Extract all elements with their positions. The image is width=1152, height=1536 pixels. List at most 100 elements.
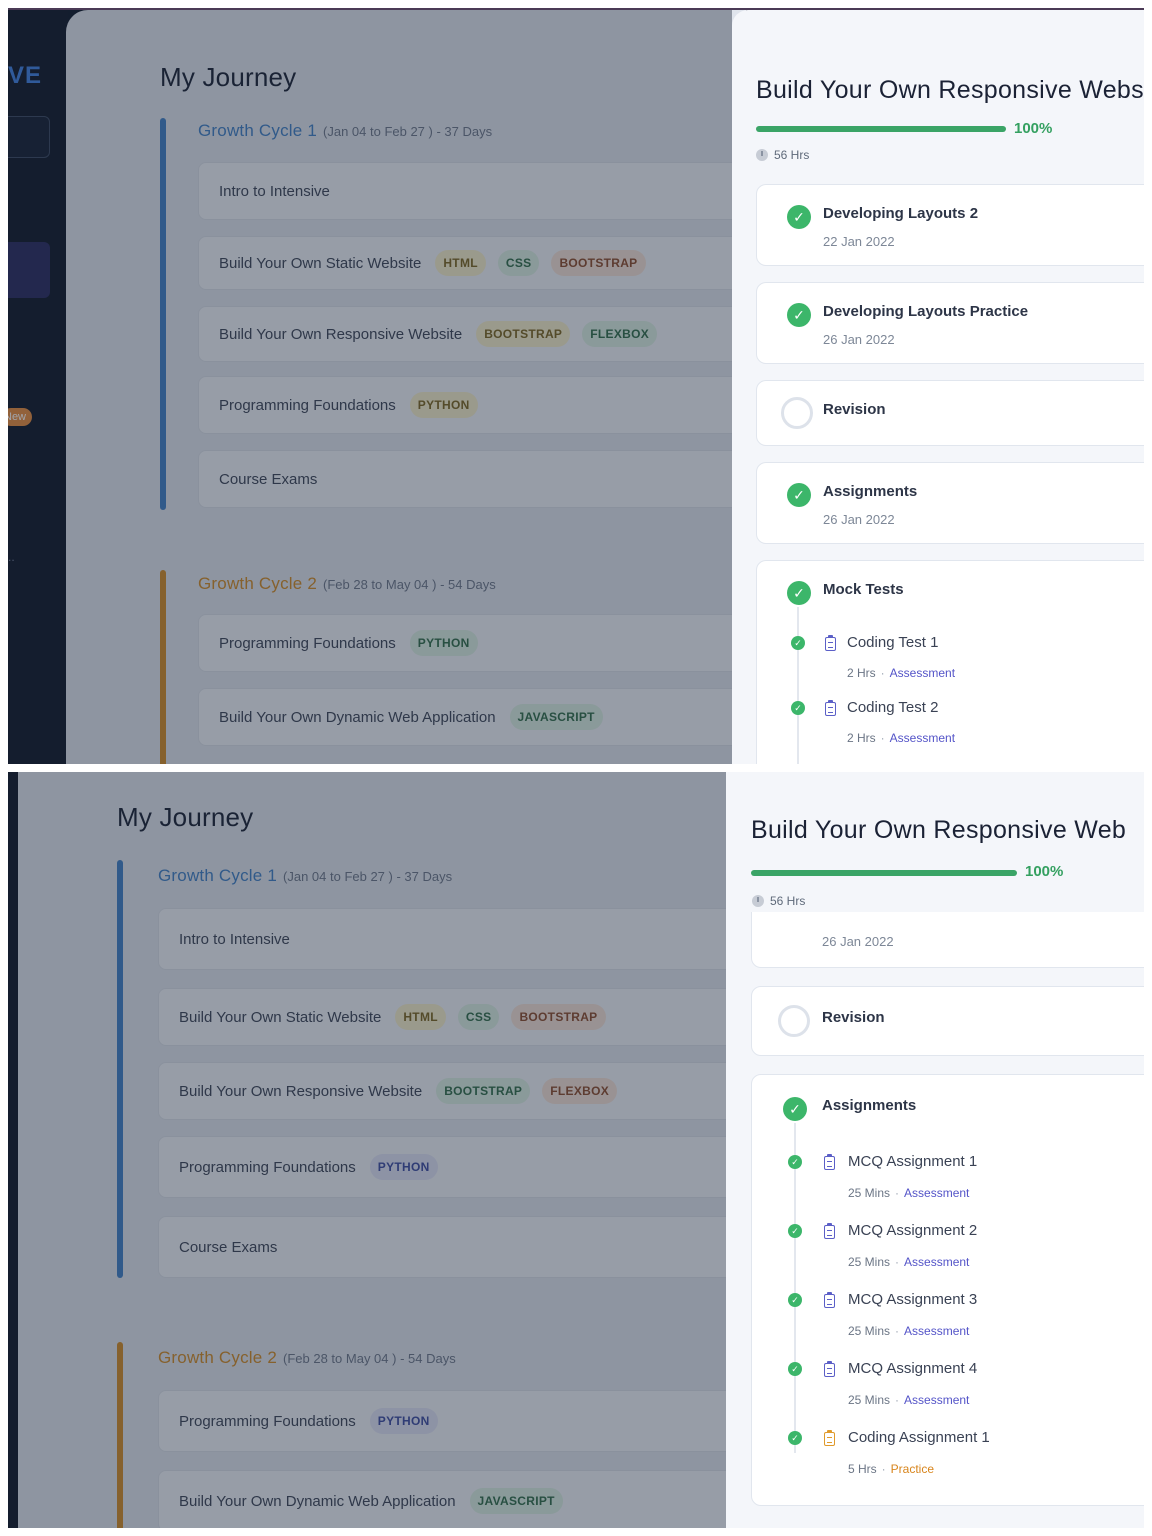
meta-separator: · (880, 731, 885, 745)
assignment-title[interactable]: MCQ Assignment 3 (848, 1291, 977, 1308)
item-duration: 25 Mins (848, 1186, 891, 1200)
sidebar-active-item[interactable] (8, 242, 50, 298)
meta-separator: · (895, 1186, 900, 1200)
course-name: Course Exams (179, 1238, 278, 1256)
progress-bar (756, 126, 1006, 132)
module-card-developing-layouts-2[interactable]: ✓ Developing Layouts 2 22 Jan 2022 (756, 184, 1144, 266)
clipboard-icon (824, 1292, 835, 1308)
timeline-line (794, 1123, 796, 1453)
check-icon: ✓ (787, 205, 811, 229)
check-icon: ✓ (783, 1097, 807, 1121)
clipboard-icon (825, 635, 836, 651)
course-card-static-website[interactable]: Build Your Own Static Website HTML CSS B… (158, 988, 758, 1046)
course-detail-panel: Build Your Own Responsive Web 100% 56 Hr… (726, 772, 1144, 1528)
course-detail-panel: Build Your Own Responsive Webs 100% 56 H… (732, 10, 1144, 764)
course-card-static-website[interactable]: Build Your Own Static Website HTML CSS B… (198, 236, 758, 290)
duration: 56 Hrs (756, 148, 809, 162)
tag-python: PYTHON (369, 1154, 438, 1180)
cycle-2-header: Growth Cycle 2 (Feb 28 to May 04 ) - 54 D… (198, 574, 496, 594)
cycle-1-bar (160, 118, 166, 510)
check-icon: ✓ (787, 303, 811, 327)
module-card-mock-tests[interactable]: ✓ Mock Tests ✓ Coding Test 1 2 Hrs · Asses… (756, 560, 1144, 764)
module-card-revision[interactable]: Revision (756, 380, 1144, 446)
tag-javascript: JAVASCRIPT (509, 704, 603, 730)
mock-test-title[interactable]: Coding Test 2 (847, 699, 938, 716)
module-card-partial[interactable]: 26 Jan 2022 (751, 912, 1144, 968)
course-card-course-exams[interactable]: Course Exams (158, 1216, 758, 1278)
assignment-meta: 25 Mins · Assessment (848, 1324, 969, 1338)
course-card-responsive-website[interactable]: Build Your Own Responsive Website BOOTST… (158, 1062, 758, 1120)
cycle-name: Growth Cycle 1 (158, 866, 278, 885)
module-title: Developing Layouts 2 (823, 205, 979, 222)
meta-separator: · (895, 1393, 900, 1407)
item-type: Assessment (889, 666, 956, 680)
course-card-intro[interactable]: Intro to Intensive (198, 162, 758, 220)
course-name: Build Your Own Responsive Website (219, 325, 463, 343)
tag-python: PYTHON (409, 630, 478, 656)
item-duration: 25 Mins (848, 1393, 891, 1407)
item-type: Assessment (904, 1255, 970, 1269)
item-duration: 25 Mins (848, 1324, 891, 1338)
course-card-programming-foundations[interactable]: Programming Foundations PYTHON (158, 1390, 758, 1452)
module-card-assignments[interactable]: ✓ Assignments 26 Jan 2022 (756, 462, 1144, 544)
sidebar-search-box[interactable] (8, 116, 50, 158)
item-type: Assessment (904, 1186, 970, 1200)
mock-test-meta: 2 Hrs · Assessment (847, 731, 955, 745)
assignment-title[interactable]: MCQ Assignment 2 (848, 1222, 977, 1239)
item-check-icon: ✓ (788, 1155, 802, 1169)
sidebar-more[interactable]: .. (8, 550, 15, 564)
cycle-2-bar (117, 1342, 123, 1528)
course-card-programming-foundations[interactable]: Programming Foundations PYTHON (198, 376, 758, 434)
assignment-title[interactable]: Coding Assignment 1 (848, 1429, 990, 1446)
cycle-1-header: Growth Cycle 1 (Jan 04 to Feb 27 ) - 37 D… (158, 866, 452, 886)
course-card-programming-foundations[interactable]: Programming Foundations PYTHON (198, 614, 758, 672)
course-card-dynamic-web-app[interactable]: Build Your Own Dynamic Web Application J… (158, 1470, 758, 1528)
clock-icon (752, 895, 764, 907)
cycle-2-header: Growth Cycle 2 (Feb 28 to May 04 ) - 54 D… (158, 1348, 456, 1368)
module-date: 22 Jan 2022 (823, 234, 895, 249)
sidebar (8, 772, 18, 1528)
hours-label: 56 Hrs (770, 894, 806, 908)
module-card-assignments[interactable]: ✓ Assignments ✓ MCQ Assignment 1 25 Mins… (751, 1074, 1144, 1506)
page-title: My Journey (117, 802, 254, 832)
course-card-programming-foundations[interactable]: Programming Foundations PYTHON (158, 1136, 758, 1198)
progress-percent: 100% (1025, 863, 1064, 880)
screenshot-top: VE New .. My Journey Growth Cycle 1 (Jan … (8, 8, 1144, 764)
cycle-dates: (Feb 28 to May 04 ) - 54 Days (283, 1351, 456, 1366)
screenshot-bottom: My Journey Growth Cycle 1 (Jan 04 to Feb … (8, 772, 1144, 1528)
assignment-title[interactable]: MCQ Assignment 4 (848, 1360, 977, 1377)
assignment-title[interactable]: MCQ Assignment 1 (848, 1153, 977, 1170)
tag-python: PYTHON (369, 1408, 438, 1434)
assignment-meta: 25 Mins · Assessment (848, 1393, 969, 1407)
meta-separator: · (895, 1324, 900, 1338)
clipboard-icon (824, 1154, 835, 1170)
cycle-1-header: Growth Cycle 1 (Jan 04 to Feb 27 ) - 37 D… (198, 121, 492, 141)
check-icon: ✓ (787, 483, 811, 507)
incomplete-ring-icon (778, 1005, 810, 1037)
module-title: Revision (822, 1009, 885, 1026)
cycle-dates: (Feb 28 to May 04 ) - 54 Days (323, 577, 496, 592)
course-card-course-exams[interactable]: Course Exams (198, 450, 758, 508)
tag-bootstrap: BOOTSTRAP (551, 250, 646, 276)
mock-test-title[interactable]: Coding Test 1 (847, 634, 938, 651)
course-card-dynamic-web-app[interactable]: Build Your Own Dynamic Web Application J… (198, 688, 758, 746)
cycle-2-bar (160, 570, 166, 764)
item-duration: 2 Hrs (847, 731, 876, 745)
tag-flexbox: FLEXBOX (582, 321, 658, 347)
course-card-intro[interactable]: Intro to Intensive (158, 908, 758, 970)
item-duration: 25 Mins (848, 1255, 891, 1269)
timeline-line (797, 607, 799, 764)
clipboard-icon (825, 700, 836, 716)
tag-html: HTML (395, 1004, 446, 1030)
hours-label: 56 Hrs (774, 148, 810, 162)
tag-javascript: JAVASCRIPT (469, 1488, 563, 1514)
item-type: Assessment (904, 1324, 970, 1338)
module-date: 26 Jan 2022 (822, 934, 894, 949)
module-card-revision[interactable]: Revision (751, 986, 1144, 1056)
item-check-icon: ✓ (788, 1224, 802, 1238)
course-name: Course Exams (219, 470, 318, 488)
module-card-developing-layouts-practice[interactable]: ✓ Developing Layouts Practice 26 Jan 202… (756, 282, 1144, 364)
meta-separator: · (881, 1462, 886, 1476)
clock-icon (756, 149, 768, 161)
course-card-responsive-website[interactable]: Build Your Own Responsive Website BOOTST… (198, 306, 758, 362)
